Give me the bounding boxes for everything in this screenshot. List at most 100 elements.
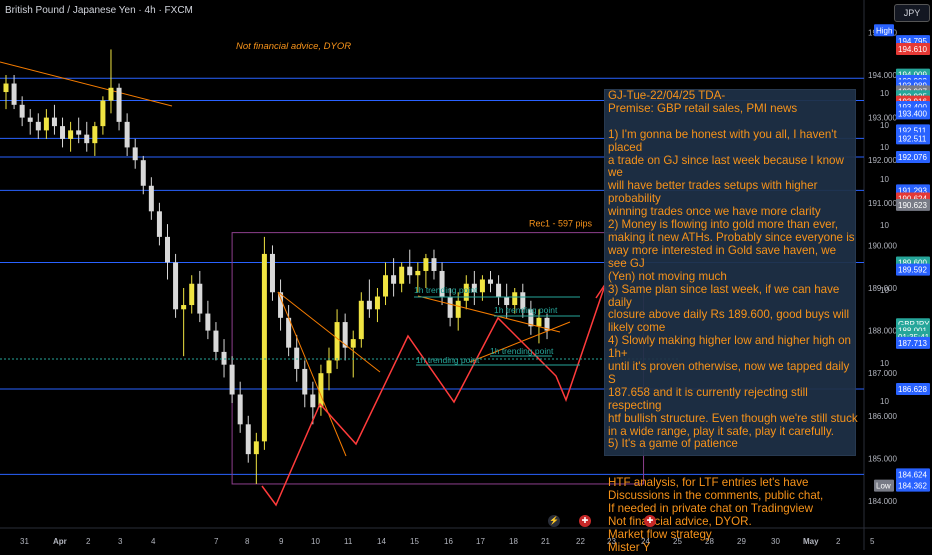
time-tick-label: 11 (344, 537, 353, 546)
candle-body (181, 305, 187, 310)
time-tick-label: 10 (311, 537, 320, 546)
uk-flag-event-icon[interactable]: ✚ (579, 515, 591, 527)
time-tick-label: 18 (509, 537, 518, 546)
candle-body (132, 147, 138, 161)
candle-body (148, 185, 154, 212)
pane-marker: 10 (880, 89, 889, 98)
note-line: Premise: GBP retail sales, PMI news (608, 101, 798, 115)
price-label: 194.610 (898, 45, 927, 54)
currency-button[interactable]: JPY (894, 4, 930, 22)
note-line: If needed in private chat on Tradingview (608, 502, 813, 515)
candle-body (391, 275, 397, 284)
price-tick-label: 190.000 (868, 241, 897, 250)
note-line: 4) Slowly making higher low and higher h… (608, 334, 855, 361)
note-line: until it's proven otherwise, now we tapp… (608, 360, 853, 386)
candle-body (488, 279, 493, 284)
candle-body (140, 160, 146, 186)
candle-body (383, 275, 389, 297)
candle-body (366, 300, 372, 310)
note-line: 187.658 and it is currently rejecting st… (608, 385, 812, 412)
candle-body (455, 300, 461, 318)
time-tick-label: 2 (86, 537, 91, 546)
candle-body (253, 441, 259, 455)
price-label: High (876, 26, 892, 35)
candle-body (326, 360, 332, 374)
price-label: 192.511 (898, 134, 927, 143)
note-line: will have better trades setups with high… (608, 179, 821, 206)
time-tick-label: 22 (576, 537, 585, 546)
candle-body (76, 130, 82, 135)
candle-body (237, 394, 243, 425)
candle-body (60, 126, 66, 139)
note-line: 5) It's a game of patience (608, 437, 738, 451)
candle-body (269, 253, 275, 293)
time-tick-label: 31 (20, 537, 29, 546)
candle-body (245, 424, 251, 455)
candle-body (197, 283, 203, 314)
pane-marker: 10 (880, 286, 889, 295)
pane-marker: 10 (880, 121, 889, 130)
candle-body (350, 339, 356, 348)
trending-point-label: 1h trending point (416, 355, 480, 365)
price-label: 189.592 (898, 266, 927, 275)
candle-body (504, 296, 510, 306)
candle-body (84, 134, 90, 144)
candle-body (221, 351, 227, 365)
trending-point-label: 1h trending point (490, 346, 554, 356)
note-line: a trade on GJ since last week because I … (608, 153, 848, 180)
trending-point-label: 1h trending point (494, 305, 558, 315)
price-label: 184.362 (898, 482, 927, 491)
candle-body (536, 317, 542, 327)
candle-body (19, 104, 25, 118)
price-label: 190.623 (898, 201, 927, 210)
candle-body (512, 292, 518, 306)
candle-body (43, 117, 49, 131)
time-tick-label: 16 (444, 537, 453, 546)
lightning-event-icon[interactable]: ⚡ (548, 515, 560, 527)
candle-body (156, 211, 162, 237)
candle-body (108, 87, 114, 101)
pane-marker: 10 (880, 143, 889, 152)
trending-point-label: 1h trending point (414, 285, 478, 295)
candle-body (479, 279, 485, 293)
candle-body (278, 292, 284, 318)
time-tick-label: 4 (151, 537, 156, 546)
note-line: making it new ATHs. Probably since every… (608, 230, 855, 244)
analysis-note-text: GJ-Tue-22/04/25 TDA- Premise: GBP retail … (608, 89, 858, 555)
candle-body (173, 262, 179, 310)
candle-body (334, 322, 340, 361)
pane-marker: 10 (880, 359, 889, 368)
candle-body (496, 283, 502, 297)
candle-body (189, 283, 195, 306)
price-tick-label: 188.000 (868, 327, 897, 336)
uk-flag-event-icon[interactable]: ✚ (644, 515, 656, 527)
note-line: Market flow strategy (608, 527, 712, 541)
candle-body (431, 258, 437, 271)
time-tick-label: 15 (410, 537, 419, 546)
candle-body (124, 121, 130, 148)
pane-marker: 10 (880, 397, 889, 406)
candle-body (415, 270, 421, 276)
candle-body (11, 83, 17, 105)
time-tick-label: 7 (214, 537, 219, 546)
candle-body (358, 300, 364, 340)
candle-body (100, 100, 106, 127)
price-tick-label: 194.000 (868, 71, 897, 80)
candle-body (92, 126, 98, 144)
time-tick-label: 9 (279, 537, 284, 546)
candle-body (399, 266, 405, 284)
candle-body (51, 117, 57, 127)
time-tick-label: 3 (118, 537, 123, 546)
note-line: GJ-Tue-22/04/25 TDA- (608, 89, 726, 102)
candle-body (165, 236, 170, 263)
price-label: Low (876, 482, 891, 491)
candle-body (116, 87, 122, 122)
note-line: 3) Same plan since last week, if we can … (608, 282, 843, 309)
candle-body (3, 83, 9, 93)
disclaimer-top: Not financial advice, DYOR (236, 41, 351, 52)
candle-body (447, 296, 453, 318)
candle-body (374, 296, 380, 310)
range-box-label: Rec1 - 597 pips (529, 219, 593, 229)
candle-body (68, 130, 74, 139)
time-tick-label: Apr (53, 537, 67, 546)
